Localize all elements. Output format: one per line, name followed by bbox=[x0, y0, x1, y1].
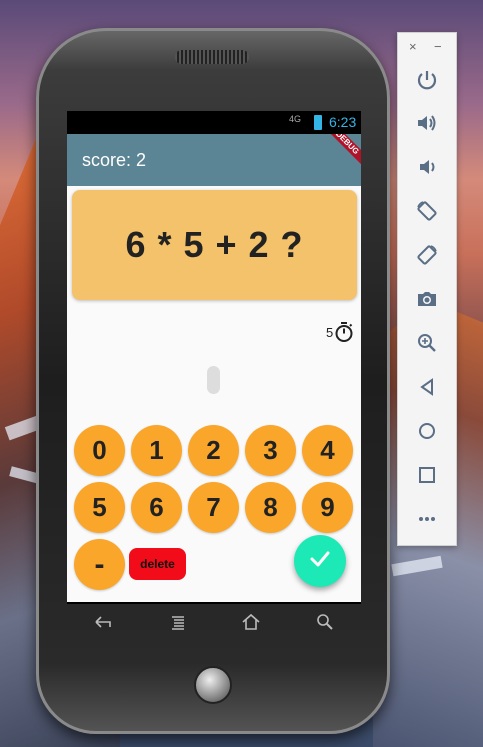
key-2[interactable]: 2 bbox=[188, 425, 239, 476]
timer-seconds: 5 bbox=[326, 324, 334, 340]
earpiece bbox=[175, 50, 249, 64]
timer: 5 bbox=[326, 322, 353, 342]
key-8[interactable]: 8 bbox=[245, 482, 296, 533]
close-button[interactable]: × bbox=[409, 39, 417, 54]
search-icon[interactable] bbox=[315, 612, 335, 632]
key-4[interactable]: 4 bbox=[302, 425, 353, 476]
delete-button[interactable]: delete bbox=[129, 548, 186, 580]
home-icon[interactable] bbox=[241, 612, 261, 632]
key-1[interactable]: 1 bbox=[131, 425, 182, 476]
overview-icon[interactable] bbox=[415, 463, 439, 487]
key-3[interactable]: 3 bbox=[245, 425, 296, 476]
back-icon[interactable] bbox=[415, 375, 439, 399]
more-icon[interactable] bbox=[415, 507, 439, 531]
hardware-home-button[interactable] bbox=[194, 666, 232, 704]
network-indicator: 4G bbox=[289, 114, 302, 124]
stopwatch-icon bbox=[335, 322, 353, 342]
minimize-button[interactable]: − bbox=[434, 39, 442, 54]
zoom-icon[interactable] bbox=[415, 331, 439, 355]
menu-icon[interactable] bbox=[168, 612, 188, 632]
debug-banner: DEBUG bbox=[322, 134, 361, 168]
question-text: 6 * 5 + 2 ? bbox=[125, 224, 304, 265]
drag-handle[interactable] bbox=[207, 366, 220, 394]
phone-nav-bar bbox=[67, 604, 361, 640]
rotate-left-icon[interactable] bbox=[415, 199, 439, 223]
question-card: 6 * 5 + 2 ? bbox=[72, 190, 357, 300]
minus-key[interactable]: - bbox=[74, 539, 125, 590]
submit-button[interactable] bbox=[294, 535, 346, 587]
key-0[interactable]: 0 bbox=[74, 425, 125, 476]
power-icon[interactable] bbox=[415, 68, 439, 92]
emulator-toolbar: × − bbox=[397, 32, 457, 546]
app-bar: score: 2 DEBUG bbox=[67, 134, 361, 186]
volume-down-icon[interactable] bbox=[415, 155, 439, 179]
back-icon[interactable] bbox=[93, 612, 113, 632]
key-6[interactable]: 6 bbox=[131, 482, 182, 533]
key-7[interactable]: 7 bbox=[188, 482, 239, 533]
score-label: score: 2 bbox=[82, 150, 147, 170]
check-icon bbox=[307, 546, 333, 577]
key-5[interactable]: 5 bbox=[74, 482, 125, 533]
camera-icon[interactable] bbox=[415, 287, 439, 311]
key-9[interactable]: 9 bbox=[302, 482, 353, 533]
rotate-right-icon[interactable] bbox=[415, 243, 439, 267]
status-time: 6:23 bbox=[329, 114, 357, 130]
battery-icon bbox=[314, 115, 322, 130]
volume-up-icon[interactable] bbox=[415, 111, 439, 135]
home-icon[interactable] bbox=[415, 419, 439, 443]
status-bar: 4G 6:23 bbox=[67, 111, 361, 134]
